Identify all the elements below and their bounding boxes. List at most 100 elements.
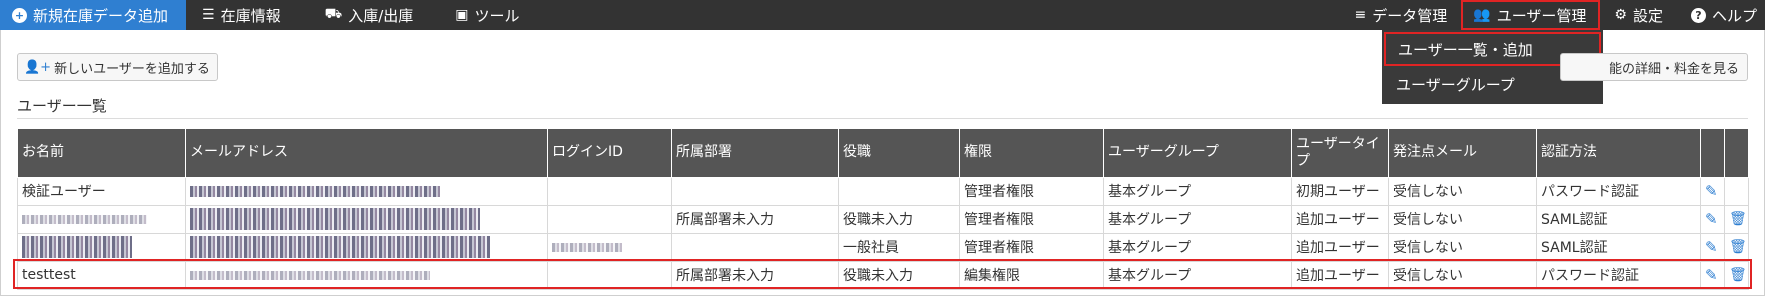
cell-mail: 受信しない [1388, 232, 1537, 262]
cell-login [547, 260, 672, 290]
trash-icon[interactable]: 🗑 [1729, 211, 1747, 227]
pencil-icon[interactable]: ✎ [1705, 182, 1718, 200]
add-user-button[interactable]: 👤+ 新しいユーザーを追加する [17, 53, 218, 81]
nav-stock-info[interactable]: ☰ 在庫情報 [186, 0, 295, 30]
table-row: testtest 所属部署未入力 役職未入力 編集権限 基本グループ 追加ユーザ… [17, 260, 1749, 290]
plus-circle-icon: + [12, 7, 27, 23]
cell-mail: 受信しない [1388, 204, 1537, 234]
cell-position: 役職未入力 [838, 204, 960, 234]
redacted-email [190, 270, 430, 280]
pencil-icon[interactable]: ✎ [1705, 266, 1718, 284]
cell-name: testtest [17, 260, 186, 290]
cell-department: 所属部署未入力 [671, 260, 839, 290]
col-mail-header[interactable]: 発注点メール [1388, 129, 1537, 178]
trash-icon[interactable]: 🗑 [1729, 267, 1747, 283]
pencil-icon[interactable]: ✎ [1705, 210, 1718, 228]
nav-stock-info-label: 在庫情報 [220, 6, 281, 25]
col-permission-header[interactable]: 権限 [959, 129, 1104, 178]
col-name-header[interactable]: お名前 [17, 129, 186, 178]
cell-name: 検証ユーザー [17, 176, 186, 206]
cell-email-redacted [185, 260, 548, 290]
redacted-name [22, 236, 132, 258]
nav-user-mgmt[interactable]: 👥 ユーザー管理 [1461, 0, 1601, 30]
cell-delete: 🗑 [1724, 260, 1749, 290]
col-type-header[interactable]: ユーザータイプ [1291, 129, 1389, 178]
nav-data-mgmt[interactable]: ≡ データ管理 [1341, 0, 1462, 30]
cell-type: 初期ユーザー [1291, 176, 1389, 206]
nav-data-mgmt-label: データ管理 [1372, 6, 1448, 25]
cell-auth: SAML認証 [1536, 232, 1701, 262]
col-department-header[interactable]: 所属部署 [671, 129, 839, 178]
cell-position [838, 176, 960, 206]
nav-new-stock[interactable]: + 新規在庫データ追加 [0, 0, 187, 30]
cell-department [671, 232, 839, 262]
cell-group: 基本グループ [1103, 204, 1292, 234]
table-header-row: お名前 メールアドレス ログインID 所属部署 役職 権限 ユーザーグループ ユ… [17, 129, 1749, 178]
cell-delete: 🗑 [1724, 232, 1749, 262]
cell-delete: 🗑 [1724, 204, 1749, 234]
section-title: ユーザー一覧 [17, 97, 107, 115]
trash-icon[interactable]: 🗑 [1729, 239, 1747, 255]
dolly-icon: ⛟ [324, 6, 343, 22]
cell-department: 所属部署未入力 [671, 204, 839, 234]
nav-settings-label: 設定 [1632, 6, 1663, 25]
cell-position: 一般社員 [838, 232, 960, 262]
pencil-icon[interactable]: ✎ [1705, 238, 1718, 256]
col-group-header[interactable]: ユーザーグループ [1103, 129, 1292, 178]
cell-name-redacted [17, 232, 186, 262]
nav-help[interactable]: ? ヘルプ [1677, 0, 1765, 30]
user-plus-icon: 👤+ [24, 59, 52, 75]
cell-email-redacted [185, 232, 548, 262]
col-login-header[interactable]: ログインID [547, 129, 672, 178]
user-table: お名前 メールアドレス ログインID 所属部署 役職 権限 ユーザーグループ ユ… [17, 129, 1749, 290]
redacted-login [552, 242, 622, 252]
table-row: 検証ユーザー 管理者権限 基本グループ 初期ユーザー 受信しない パスワード認証… [17, 176, 1749, 206]
cell-login-redacted [547, 232, 672, 262]
cell-edit: ✎ [1700, 204, 1725, 234]
nav-user-mgmt-label: ユーザー管理 [1496, 6, 1587, 25]
dropdown-item-user-list-label: ユーザー一覧・追加 [1398, 40, 1533, 59]
cell-email-redacted [185, 204, 548, 234]
cell-permission: 管理者権限 [959, 232, 1104, 262]
gear-icon: ⚙ [1614, 7, 1627, 23]
cell-email-redacted [185, 176, 548, 206]
nav-in-out-label: 入庫/出庫 [348, 6, 414, 25]
cell-group: 基本グループ [1103, 176, 1292, 206]
nav-in-out[interactable]: ⛟ 入庫/出庫 [295, 0, 428, 30]
col-auth-header[interactable]: 認証方法 [1536, 129, 1701, 178]
cell-auth: パスワード認証 [1536, 176, 1701, 206]
cell-group: 基本グループ [1103, 260, 1292, 290]
col-delete-header [1724, 129, 1749, 178]
table-row: 所属部署未入力 役職未入力 管理者権限 基本グループ 追加ユーザー 受信しない … [17, 204, 1749, 234]
cell-permission: 管理者権限 [959, 204, 1104, 234]
users-icon: 👥 [1473, 7, 1491, 23]
cell-edit: ✎ [1700, 260, 1725, 290]
feature-details-button-label: 能の詳細・料金を見る [1608, 61, 1739, 77]
cell-position: 役職未入力 [838, 260, 960, 290]
cell-edit: ✎ [1700, 232, 1725, 262]
cell-edit: ✎ [1700, 176, 1725, 206]
question-circle-icon: ? [1690, 7, 1706, 23]
col-edit-header [1700, 129, 1725, 178]
nav-settings[interactable]: ⚙ 設定 [1600, 0, 1677, 30]
redacted-email [190, 185, 440, 197]
toolbox-icon: ▣ [455, 7, 469, 23]
cell-login [547, 176, 672, 206]
nav-tools[interactable]: ▣ ツール [427, 0, 533, 30]
col-position-header[interactable]: 役職 [838, 129, 960, 178]
nav-new-stock-label: 新規在庫データ追加 [33, 6, 169, 25]
filter-list-icon: ≡ [1354, 7, 1367, 23]
cell-login [547, 204, 672, 234]
col-email-header[interactable]: メールアドレス [185, 129, 548, 178]
redacted-name [22, 214, 147, 224]
cell-permission: 管理者権限 [959, 176, 1104, 206]
table-row: 一般社員 管理者権限 基本グループ 追加ユーザー 受信しない SAML認証 ✎ … [17, 232, 1749, 262]
cell-type: 追加ユーザー [1291, 232, 1389, 262]
cell-delete [1724, 176, 1749, 206]
cell-group: 基本グループ [1103, 232, 1292, 262]
nav-tools-label: ツール [474, 6, 520, 25]
cell-type: 追加ユーザー [1291, 260, 1389, 290]
feature-details-button[interactable]: 能の詳細・料金を見る [1560, 53, 1748, 81]
cell-auth: SAML認証 [1536, 204, 1701, 234]
cell-mail: 受信しない [1388, 176, 1537, 206]
